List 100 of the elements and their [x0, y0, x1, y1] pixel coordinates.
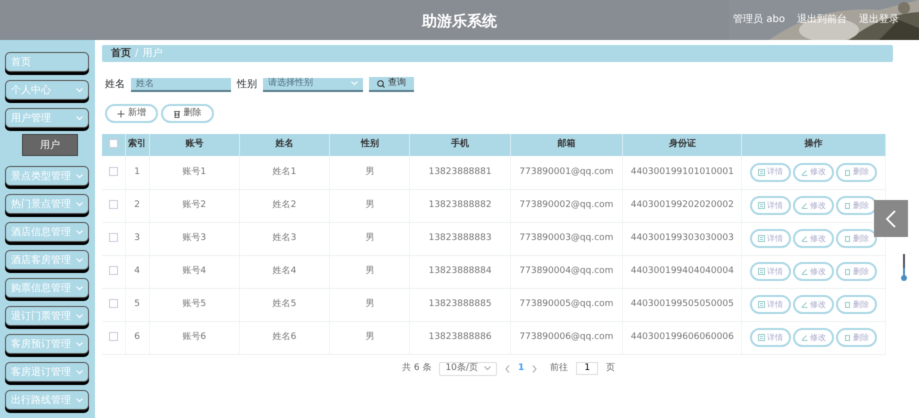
- table-cell: 1: [125, 156, 150, 189]
- table-cell: 男: [330, 255, 410, 288]
- table-cell: 440300199404040004: [622, 255, 742, 288]
- header-link[interactable]: 退出到前台: [797, 12, 847, 27]
- sidebar-item[interactable]: 客房退订管理: [5, 362, 89, 382]
- table-cell: 男: [330, 321, 410, 354]
- pencil-icon: [801, 168, 808, 176]
- column-header: 身份证: [622, 134, 742, 156]
- details-button[interactable]: 详情: [750, 295, 792, 314]
- edit-button[interactable]: 修改: [793, 196, 834, 215]
- details-button[interactable]: 详情: [750, 328, 792, 347]
- sidebar-item[interactable]: 出行路线管理: [5, 390, 89, 410]
- side-panel-toggle[interactable]: [874, 200, 908, 237]
- select-all-checkbox[interactable]: [108, 139, 118, 148]
- goto-label: 前往: [550, 362, 568, 375]
- row-checkbox[interactable]: [108, 166, 118, 176]
- trash-icon: [172, 110, 180, 118]
- delete-button[interactable]: 删除: [836, 229, 878, 248]
- edit-button[interactable]: 修改: [793, 295, 834, 314]
- edit-button[interactable]: 修改: [793, 328, 834, 347]
- admin-username[interactable]: 管理员 abo: [733, 12, 785, 27]
- row-checkbox[interactable]: [108, 266, 118, 275]
- table-cell: 440300199101010001: [622, 156, 742, 189]
- chevron-down-icon: [76, 230, 83, 234]
- table-cell: 男: [330, 156, 410, 189]
- sidebar-item[interactable]: 首页: [5, 52, 89, 72]
- table-cell: 440300199505050005: [622, 288, 742, 321]
- breadcrumb-separator: /: [135, 47, 138, 61]
- sidebar-item[interactable]: 用户管理: [5, 108, 89, 128]
- table-cell: 账号1: [149, 156, 240, 189]
- sidebar-subitem[interactable]: 用户: [22, 134, 78, 156]
- table-cell: 男: [330, 222, 410, 255]
- page-number[interactable]: 1: [518, 362, 524, 376]
- delete-button[interactable]: 删除: [836, 162, 878, 182]
- table-cell: 13823888883: [410, 222, 510, 255]
- sidebar-item[interactable]: 景点类型管理: [5, 166, 89, 186]
- chevron-down-icon: [76, 258, 83, 262]
- table-cell: 男: [330, 288, 410, 321]
- thermometer-icon: [901, 254, 907, 282]
- pencil-icon: [801, 301, 808, 308]
- column-header: 操作: [742, 134, 886, 156]
- column-header: 手机: [410, 134, 510, 156]
- pencil-icon: [801, 268, 808, 275]
- column-header: 姓名: [239, 134, 330, 156]
- document-icon: [758, 235, 766, 242]
- search-icon: [377, 80, 385, 88]
- row-checkbox[interactable]: [108, 332, 118, 341]
- chevron-down-icon: [484, 366, 491, 371]
- search-button[interactable]: 查询: [369, 77, 414, 92]
- delete-button[interactable]: 删除: [836, 328, 878, 347]
- sidebar-item[interactable]: 购票信息管理: [5, 278, 89, 298]
- table-cell: 姓名4: [239, 255, 330, 288]
- details-button[interactable]: 详情: [750, 162, 792, 182]
- edit-button[interactable]: 修改: [793, 262, 834, 281]
- table-cell: 13823888885: [410, 288, 510, 321]
- table-cell: 5: [125, 288, 150, 321]
- row-checkbox[interactable]: [108, 232, 118, 242]
- sidebar-item[interactable]: 酒店客房管理: [5, 250, 89, 270]
- add-button[interactable]: 新增: [105, 104, 158, 123]
- details-button[interactable]: 详情: [750, 196, 792, 215]
- chevron-down-icon: [76, 370, 83, 374]
- name-input[interactable]: 姓名: [131, 78, 231, 92]
- sidebar-item[interactable]: 客房预订管理: [5, 334, 89, 354]
- page-size-select[interactable]: 10条/页: [439, 362, 497, 376]
- edit-button[interactable]: 修改: [793, 229, 834, 248]
- details-button[interactable]: 详情: [750, 229, 792, 248]
- delete-button[interactable]: 删除: [836, 295, 878, 314]
- column-header: 索引: [125, 134, 150, 156]
- table-cell: 440300199202020002: [622, 189, 742, 222]
- field-label: 性别: [237, 78, 257, 92]
- sidebar-item[interactable]: 酒店信息管理: [5, 222, 89, 242]
- sidebar-item[interactable]: 个人中心: [5, 80, 89, 100]
- page-input[interactable]: 1: [576, 362, 598, 375]
- delete-button[interactable]: 删除: [836, 262, 878, 281]
- chevron-down-icon: [351, 81, 358, 86]
- trash-icon: [844, 268, 852, 275]
- breadcrumb-link[interactable]: 首页: [111, 46, 131, 61]
- edit-button[interactable]: 修改: [793, 162, 834, 182]
- document-icon: [758, 202, 766, 209]
- table-cell: 姓名5: [239, 288, 330, 321]
- delete-button[interactable]: 删除: [160, 104, 214, 123]
- prev-page-icon: [504, 364, 510, 372]
- column-header: 账号: [149, 134, 240, 156]
- row-checkbox[interactable]: [108, 200, 118, 209]
- column-header: 邮箱: [510, 134, 623, 156]
- table-cell: 440300199606060006: [622, 321, 742, 354]
- table-cell: 账号5: [149, 288, 240, 321]
- sidebar-item[interactable]: 退订门票管理: [5, 306, 89, 326]
- table-cell: 2: [125, 189, 150, 222]
- breadcrumb-current: 用户: [142, 46, 162, 61]
- details-button[interactable]: 详情: [750, 262, 792, 281]
- document-icon: [758, 334, 766, 341]
- delete-button[interactable]: 删除: [836, 196, 878, 215]
- table-cell: 6: [125, 321, 150, 354]
- table-cell: 账号2: [149, 189, 240, 222]
- gender-select[interactable]: 请选择性别: [263, 78, 363, 92]
- row-checkbox[interactable]: [108, 298, 118, 308]
- sidebar-item[interactable]: 热门景点管理: [5, 194, 89, 214]
- table-cell: 账号3: [149, 222, 240, 255]
- table-cell: 姓名3: [239, 222, 330, 255]
